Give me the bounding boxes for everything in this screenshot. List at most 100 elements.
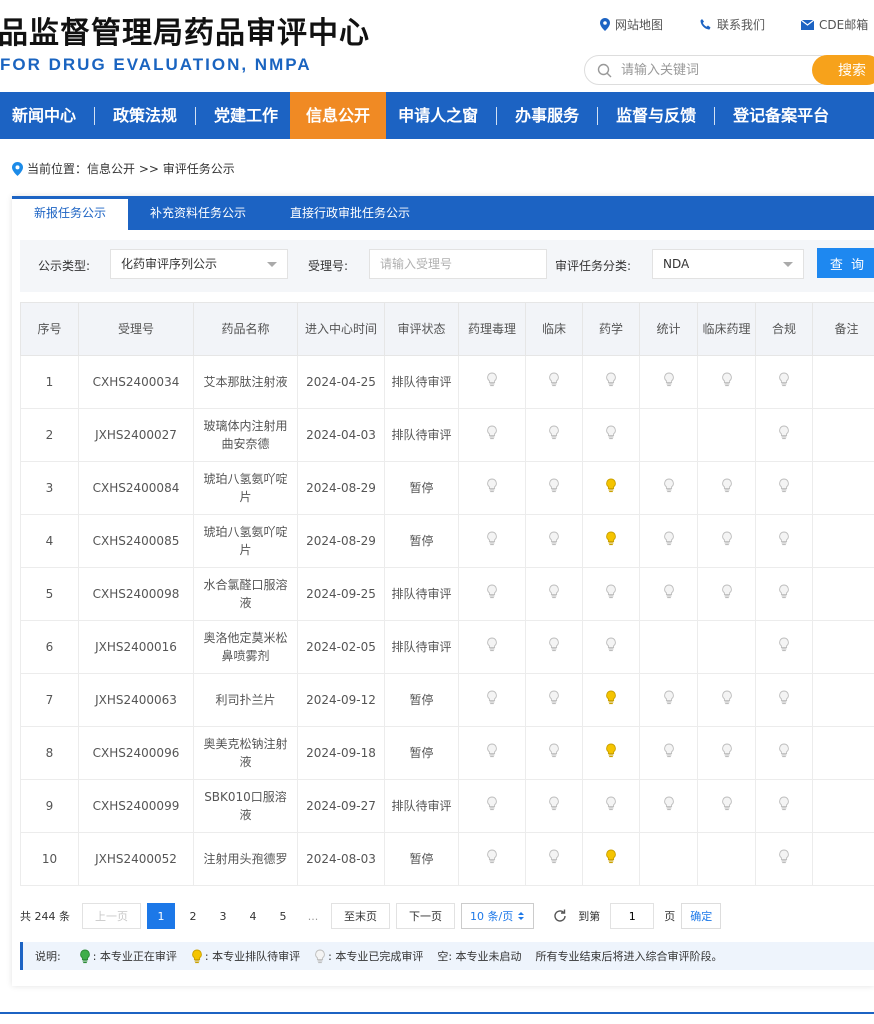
table-row[interactable]: 3 CXHS2400084 琥珀八氢氨吖啶片 2024-08-29 暂停	[20, 461, 874, 515]
page-button-4[interactable]: 4	[241, 903, 265, 929]
discipline-status-cell	[755, 832, 813, 886]
gray-bulb-icon	[721, 478, 733, 498]
nav-item-7[interactable]: 监督与反馈	[604, 92, 708, 139]
accept-no-input[interactable]	[369, 249, 547, 279]
table-row[interactable]: 1 CXHS2400034 艾本那肽注射液 2024-04-25 排队待审评	[20, 355, 874, 409]
tab-direct-approval-tasks[interactable]: 直接行政审批任务公示	[268, 196, 432, 230]
discipline-status-cell	[525, 567, 583, 621]
discipline-status-cell	[755, 567, 813, 621]
table-row[interactable]: 8 CXHS2400096 奥美克松钠注射液 2024-09-18 暂停	[20, 726, 874, 780]
remark-cell	[812, 726, 874, 780]
nav-item-1[interactable]: 新闻中心	[0, 92, 88, 139]
refresh-icon[interactable]	[552, 908, 568, 924]
gray-bulb-icon	[486, 796, 498, 816]
table-row[interactable]: 9 CXHS2400099 SBK010口服溶液 2024-09-27 排队待审评	[20, 779, 874, 833]
discipline-status-cell	[458, 461, 526, 515]
discipline-status-cell	[755, 355, 813, 409]
nav-separator	[714, 106, 716, 125]
search-button[interactable]: 搜索	[812, 55, 874, 85]
nav-item-6[interactable]: 办事服务	[503, 92, 591, 139]
gray-bulb-icon	[548, 637, 560, 657]
contact-link-label: 联系我们	[717, 18, 766, 32]
gray-bulb-icon	[778, 796, 790, 816]
nav-item-2[interactable]: 政策法规	[101, 92, 189, 139]
gray-bulb-icon	[721, 690, 733, 710]
discipline-status-cell	[697, 461, 756, 515]
table-body: 1 CXHS2400034 艾本那肽注射液 2024-04-25 排队待审评 2 JXHS2…	[20, 355, 874, 886]
gray-bulb-icon	[721, 531, 733, 551]
remark-cell	[812, 620, 874, 674]
search-box	[584, 55, 834, 85]
gray-bulb-icon	[486, 743, 498, 763]
goto-confirm-button[interactable]: 确定	[681, 903, 722, 929]
entry-date-cell: 2024-09-25	[297, 567, 385, 621]
gray-bulb-icon	[663, 531, 675, 551]
table-row[interactable]: 2 JXHS2400027 玻璃体内注射用曲安奈德 2024-04-03 排队待审评	[20, 408, 874, 462]
accept-no-cell: JXHS2400027	[78, 408, 194, 462]
contact-link[interactable]: 联系我们	[699, 16, 765, 33]
discipline-status-cell	[582, 355, 640, 409]
discipline-status-cell	[582, 567, 640, 621]
nav-item-8[interactable]: 登记备案平台	[721, 92, 841, 139]
gray-bulb-icon	[663, 743, 675, 763]
type-select[interactable]: 化药审评序列公示	[110, 249, 288, 279]
category-label: 审评任务分类:	[555, 259, 632, 273]
entry-date-cell: 2024-02-05	[297, 620, 385, 674]
page-button-2[interactable]: 2	[181, 903, 205, 929]
category-select[interactable]: NDA	[652, 249, 804, 279]
table-row[interactable]: 4 CXHS2400085 琥珀八氢氨吖啶片 2024-08-29 暂停	[20, 514, 874, 568]
gray-bulb-icon	[663, 690, 675, 710]
column-header: 统计	[639, 302, 698, 356]
gray-bulb-icon	[548, 584, 560, 604]
column-header: 备注	[812, 302, 874, 356]
discipline-status-cell	[639, 461, 698, 515]
review-status-cell: 排队待审评	[384, 779, 459, 833]
page-size-select[interactable]: 10 条/页	[461, 903, 535, 929]
discipline-status-cell	[639, 673, 698, 727]
page-size-value: 10 条/页	[470, 910, 514, 923]
column-header: 药品名称	[193, 302, 298, 356]
table-row[interactable]: 5 CXHS2400098 水合氯醛口服溶液 2024-09-25 排队待审评	[20, 567, 874, 621]
discipline-status-cell	[755, 673, 813, 727]
discipline-status-cell	[639, 620, 698, 674]
entry-date-cell: 2024-09-27	[297, 779, 385, 833]
review-status-cell: 排队待审评	[384, 408, 459, 462]
nav-item-4[interactable]: 信息公开	[290, 92, 387, 139]
sitemap-link[interactable]: 网站地图	[600, 16, 663, 33]
discipline-status-cell	[639, 514, 698, 568]
table-row[interactable]: 6 JXHS2400016 奥洛他定莫米松鼻喷雾剂 2024-02-05 排队待审评	[20, 620, 874, 674]
next-page-button[interactable]: 下一页	[396, 903, 455, 929]
nav-item-5[interactable]: 申请人之窗	[386, 92, 490, 139]
table-row[interactable]: 10 JXHS2400052 注射用头孢德罗 2024-08-03 暂停	[20, 832, 874, 886]
table-row[interactable]: 7 JXHS2400063 利司扑兰片 2024-09-12 暂停	[20, 673, 874, 727]
sort-arrows-icon	[518, 912, 525, 920]
legend-item-active-text: : 本专业正在审评	[92, 950, 177, 963]
accept-no-cell: JXHS2400016	[78, 620, 194, 674]
breadcrumb-text: 当前位置：信息公开 >> 审评任务公示	[27, 162, 235, 176]
nav-separator	[597, 106, 599, 125]
gray-bulb-icon	[778, 531, 790, 551]
page-button-5[interactable]: 5	[271, 903, 295, 929]
last-page-button[interactable]: 至末页	[331, 903, 390, 929]
page-button-1[interactable]: 1	[147, 903, 175, 929]
discipline-status-cell	[697, 567, 756, 621]
review-status-cell: 暂停	[384, 514, 459, 568]
search-input[interactable]	[621, 60, 801, 80]
nav-item-3[interactable]: 党建工作	[202, 92, 290, 139]
goto-page-input[interactable]	[610, 903, 655, 929]
row-number-cell: 3	[20, 461, 79, 515]
tab-supplement-tasks[interactable]: 补充资料任务公示	[128, 196, 268, 230]
category-select-value: NDA	[663, 257, 690, 271]
tab-new-tasks[interactable]: 新报任务公示	[12, 196, 129, 230]
mail-link[interactable]: CDE邮箱	[801, 16, 868, 33]
prev-page-button[interactable]: 上一页	[82, 903, 141, 929]
discipline-status-cell	[458, 726, 526, 780]
page-button-3[interactable]: 3	[211, 903, 235, 929]
accept-no-cell: CXHS2400096	[78, 726, 194, 780]
discipline-status-cell	[525, 673, 583, 727]
query-button[interactable]: 查 询	[817, 248, 874, 278]
mail-icon	[801, 19, 815, 30]
discipline-status-cell	[755, 726, 813, 780]
column-header: 进入中心时间	[297, 302, 385, 356]
main-nav: 新闻中心 政策法规 党建工作 信息公开 申请人之窗 办事服务 监督与反馈 登记备案平台	[0, 92, 874, 139]
